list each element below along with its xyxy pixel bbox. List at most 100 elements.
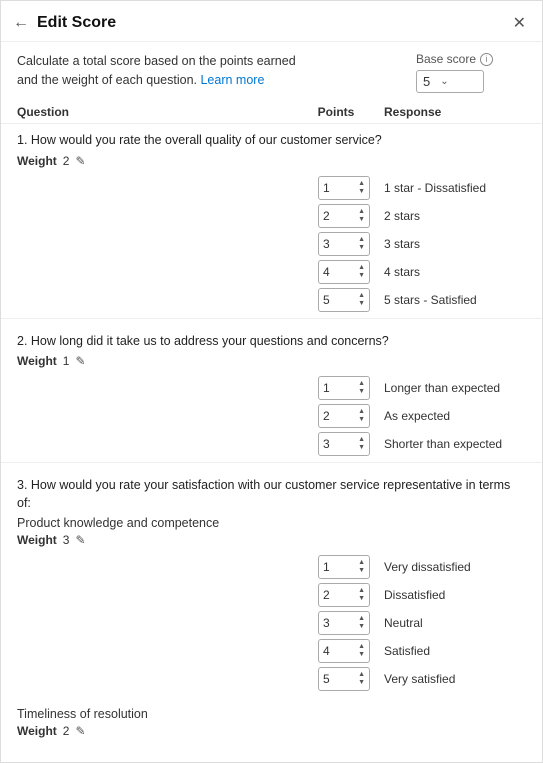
spinner-up[interactable]: ▲ (358, 236, 365, 244)
spinner-down[interactable]: ▼ (358, 388, 365, 396)
spinner-up[interactable]: ▲ (358, 180, 365, 188)
points-input[interactable]: 1 ▲ ▼ (318, 176, 370, 200)
response-text: Longer than expected (376, 381, 526, 395)
spinner-down[interactable]: ▼ (358, 444, 365, 452)
separator (1, 318, 542, 319)
spinner-down[interactable]: ▼ (358, 623, 365, 631)
spinner-up[interactable]: ▲ (358, 671, 365, 679)
spinner-up[interactable]: ▲ (358, 380, 365, 388)
weight-row-1: Weight 2 ✎ (17, 154, 526, 168)
weight-row-2: Weight 1 ✎ (17, 354, 526, 368)
col-header-question: Question (17, 105, 296, 119)
spinner-down[interactable]: ▼ (358, 188, 365, 196)
spinner-down[interactable]: ▼ (358, 272, 365, 280)
table-row: 5 ▲ ▼ 5 stars - Satisfied (17, 288, 526, 312)
weight-edit-icon-3a[interactable]: ✎ (75, 533, 85, 547)
weight-row-3a: Weight 3 ✎ (17, 533, 526, 547)
points-input[interactable]: 4 ▲ ▼ (318, 260, 370, 284)
rows-section-2: 1 ▲ ▼ Longer than expected 2 ▲ ▼ (1, 376, 542, 456)
response-text: 5 stars - Satisfied (376, 293, 526, 307)
spinner-down[interactable]: ▼ (358, 595, 365, 603)
table-row: 1 ▲ ▼ Longer than expected (17, 376, 526, 400)
table-row: 3 ▲ ▼ Neutral (17, 611, 526, 635)
base-score-section: Base score i 5 ⌄ (416, 52, 526, 93)
panel-title: Edit Score (37, 14, 116, 32)
weight-edit-icon-1[interactable]: ✎ (75, 154, 85, 168)
table-row: 2 ▲ ▼ Dissatisfied (17, 583, 526, 607)
spinner: ▲ ▼ (358, 436, 365, 451)
response-text: 2 stars (376, 209, 526, 223)
learn-more-link[interactable]: Learn more (200, 73, 264, 87)
spinner-down[interactable]: ▼ (358, 567, 365, 575)
points-input[interactable]: 5 ▲ ▼ (318, 667, 370, 691)
close-icon[interactable]: ✕ (513, 13, 526, 33)
rows-section-3: 1 ▲ ▼ Very dissatisfied 2 ▲ ▼ Di (1, 555, 542, 691)
sub-question-label-2: Timeliness of resolution (17, 707, 526, 721)
question-text-3: 3. How would you rate your satisfaction … (17, 477, 526, 512)
response-text: Shorter than expected (376, 437, 526, 451)
points-input[interactable]: 3 ▲ ▼ (318, 432, 370, 456)
weight-value-3a: 3 (63, 533, 70, 547)
weight-value-3b: 2 (63, 724, 70, 738)
spinner: ▲ ▼ (358, 408, 365, 423)
spinner: ▲ ▼ (358, 236, 365, 251)
weight-edit-icon-2[interactable]: ✎ (75, 354, 85, 368)
spinner-up[interactable]: ▲ (358, 615, 365, 623)
question-text-1: 1. How would you rate the overall qualit… (17, 132, 526, 150)
question-text-2: 2. How long did it take us to address yo… (17, 333, 526, 351)
base-score-label: Base score i (416, 52, 493, 66)
spinner-up[interactable]: ▲ (358, 264, 365, 272)
spinner-up[interactable]: ▲ (358, 408, 365, 416)
col-header-points: Points (296, 105, 376, 119)
weight-label-3b: Weight (17, 724, 57, 738)
spinner-down[interactable]: ▼ (358, 216, 365, 224)
weight-value-1: 2 (63, 154, 70, 168)
spinner-down[interactable]: ▼ (358, 679, 365, 687)
spinner-down[interactable]: ▼ (358, 300, 365, 308)
spinner: ▲ ▼ (358, 264, 365, 279)
base-score-select[interactable]: 5 ⌄ (416, 70, 484, 93)
table-row: 4 ▲ ▼ 4 stars (17, 260, 526, 284)
table-row: 4 ▲ ▼ Satisfied (17, 639, 526, 663)
response-text: 3 stars (376, 237, 526, 251)
header-left: ← Edit Score (13, 14, 116, 32)
weight-value-2: 1 (63, 354, 70, 368)
spinner-up[interactable]: ▲ (358, 643, 365, 651)
spinner-down[interactable]: ▼ (358, 651, 365, 659)
subheader: Calculate a total score based on the poi… (1, 42, 542, 101)
base-score-info-icon[interactable]: i (480, 53, 493, 66)
points-input[interactable]: 1 ▲ ▼ (318, 555, 370, 579)
spinner-down[interactable]: ▼ (358, 416, 365, 424)
spinner-up[interactable]: ▲ (358, 436, 365, 444)
points-input[interactable]: 3 ▲ ▼ (318, 232, 370, 256)
table-row: 2 ▲ ▼ 2 stars (17, 204, 526, 228)
weight-edit-icon-3b[interactable]: ✎ (75, 724, 85, 738)
points-input[interactable]: 2 ▲ ▼ (318, 404, 370, 428)
spinner-up[interactable]: ▲ (358, 587, 365, 595)
spinner: ▲ ▼ (358, 587, 365, 602)
rows-section-1: 1 ▲ ▼ 1 star - Dissatisfied 2 ▲ ▼ (1, 176, 542, 312)
points-input[interactable]: 2 ▲ ▼ (318, 583, 370, 607)
base-score-value: 5 (423, 74, 430, 89)
spinner-down[interactable]: ▼ (358, 244, 365, 252)
question-block-1: 1. How would you rate the overall qualit… (1, 124, 542, 176)
spinner: ▲ ▼ (358, 671, 365, 686)
response-text: Dissatisfied (376, 588, 526, 602)
table-row: 5 ▲ ▼ Very satisfied (17, 667, 526, 691)
response-text: 1 star - Dissatisfied (376, 181, 526, 195)
points-input[interactable]: 4 ▲ ▼ (318, 639, 370, 663)
question-block-3b: Timeliness of resolution Weight 2 ✎ (1, 695, 542, 746)
spinner: ▲ ▼ (358, 292, 365, 307)
points-input[interactable]: 5 ▲ ▼ (318, 288, 370, 312)
points-input[interactable]: 3 ▲ ▼ (318, 611, 370, 635)
chevron-down-icon: ⌄ (440, 76, 448, 87)
spinner-up[interactable]: ▲ (358, 559, 365, 567)
table-row: 3 ▲ ▼ 3 stars (17, 232, 526, 256)
points-input[interactable]: 2 ▲ ▼ (318, 204, 370, 228)
table-row: 3 ▲ ▼ Shorter than expected (17, 432, 526, 456)
back-icon[interactable]: ← (13, 14, 29, 32)
spinner: ▲ ▼ (358, 643, 365, 658)
points-input[interactable]: 1 ▲ ▼ (318, 376, 370, 400)
spinner-up[interactable]: ▲ (358, 292, 365, 300)
spinner-up[interactable]: ▲ (358, 208, 365, 216)
